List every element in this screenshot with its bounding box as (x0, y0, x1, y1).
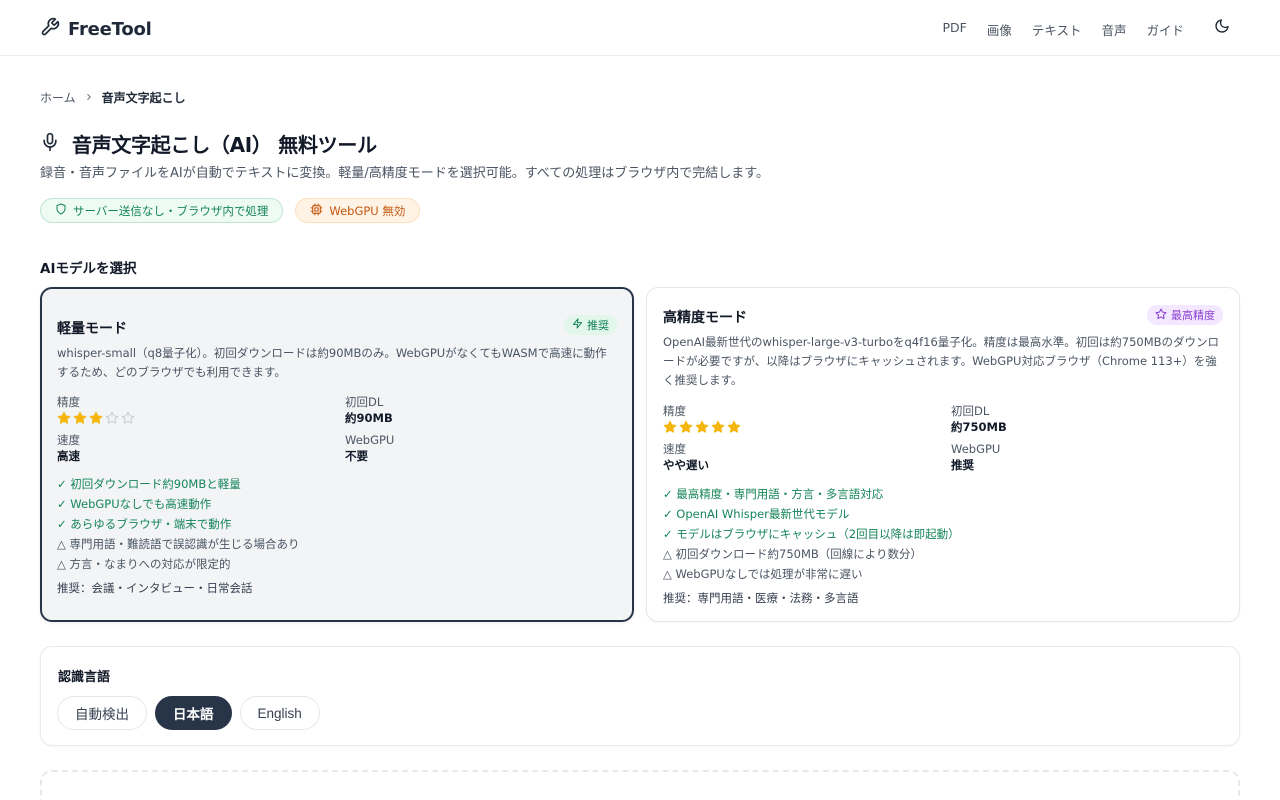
recommended-use: 推奨：会議・インタビュー・日常会話 (57, 581, 253, 595)
spec-label: 初回DL (345, 395, 384, 409)
best-accuracy-tag-label: 最高精度 (1171, 309, 1215, 322)
star-filled-icon (727, 420, 741, 433)
feature-list: ✓ 初回ダウンロード約90MBと軽量 ✓ WebGPUなしでも高速動作 ✓ あら… (57, 474, 300, 574)
star-empty-icon (105, 411, 119, 424)
nav-text[interactable]: テキスト (1032, 20, 1082, 39)
model-card-description: whisper-small（q8量子化）。初回ダウンロードは約90MBのみ。We… (57, 346, 607, 379)
model-section-label: AIモデルを選択 (40, 261, 137, 277)
logo-text: FreeTool (68, 18, 152, 40)
recommended-tag: 推奨 (564, 315, 617, 335)
language-option-auto[interactable]: 自動検出 (57, 696, 147, 730)
spec-value: 約750MB (951, 420, 1007, 434)
best-accuracy-tag: 最高精度 (1147, 305, 1223, 325)
model-card-title: 軽量モード (57, 321, 127, 337)
feature-pro: ✓ あらゆるブラウザ・端末で動作 (57, 517, 232, 531)
star-outline-icon (1155, 308, 1167, 323)
star-filled-icon (663, 420, 677, 433)
star-empty-icon (121, 411, 135, 424)
star-filled-icon (73, 411, 87, 424)
star-rating (663, 420, 741, 434)
spec-label: WebGPU (345, 433, 395, 447)
privacy-badge-label: サーバー送信なし・ブラウザ内で処理 (73, 203, 269, 218)
language-options: 自動検出 日本語 English (57, 696, 320, 730)
cpu-chip-icon (310, 203, 323, 219)
model-card-description: OpenAI最新世代のwhisper-large-v3-turboをq4f16量… (663, 335, 1220, 387)
spec-label: 精度 (57, 395, 80, 409)
spec-value: 約90MB (345, 411, 393, 425)
model-card-high-accuracy[interactable]: 高精度モード 最高精度 OpenAI最新世代のwhisper-large-v3-… (646, 287, 1240, 622)
nav-image[interactable]: 画像 (987, 20, 1012, 39)
language-option-japanese[interactable]: 日本語 (155, 696, 232, 730)
recommended-use: 推奨：専門用語・医療・法務・多言語 (663, 591, 859, 605)
breadcrumb: ホーム 音声文字起こし (40, 89, 186, 106)
spec-speed: 速度 高速 (57, 433, 80, 465)
wrench-icon (40, 17, 60, 41)
page-subtitle: 録音・音声ファイルをAIが自動でテキストに変換。軽量/高精度モードを選択可能。す… (40, 166, 769, 181)
breadcrumb-home[interactable]: ホーム (40, 89, 76, 106)
feature-pro: ✓ 最高精度・専門用語・方言・多言語対応 (663, 487, 884, 501)
spec-label: 速度 (663, 442, 686, 456)
language-card: 認識言語 自動検出 日本語 English (40, 646, 1240, 746)
moon-icon (1214, 18, 1230, 38)
page-title-row: 音声文字起こし（AI） 無料ツール (40, 129, 377, 158)
feature-pro: ✓ モデルはブラウザにキャッシュ（2回目以降は即起動） (663, 527, 960, 541)
language-title: 認識言語 (58, 670, 111, 685)
star-rating (57, 411, 135, 425)
zap-icon (572, 318, 583, 332)
chevron-right-icon (84, 91, 94, 105)
language-option-english[interactable]: English (239, 696, 320, 730)
spec-value: 不要 (345, 449, 368, 463)
model-card-title: 高精度モード (663, 310, 747, 326)
spec-value: 高速 (57, 449, 80, 463)
spec-download: 初回DL 約90MB (345, 395, 393, 427)
webgpu-status-badge: WebGPU 無効 (295, 198, 421, 223)
star-filled-icon (57, 411, 71, 424)
feature-pro: ✓ OpenAI Whisper最新世代モデル (663, 507, 850, 521)
spec-webgpu: WebGPU 不要 (345, 433, 394, 465)
nav-pdf[interactable]: PDF (942, 20, 966, 39)
info-badges: サーバー送信なし・ブラウザ内で処理 WebGPU 無効 (40, 198, 421, 223)
recommended-tag-label: 推奨 (587, 319, 609, 332)
feature-con: △ 専門用語・難読語で誤認識が生じる場合あり (57, 537, 300, 551)
nav-guide[interactable]: ガイド (1146, 20, 1184, 39)
nav-audio[interactable]: 音声 (1101, 20, 1126, 39)
star-filled-icon (711, 420, 725, 433)
feature-con: △ 初回ダウンロード約750MB（回線により数分） (663, 547, 923, 561)
spec-accuracy: 精度 (663, 404, 741, 434)
privacy-badge: サーバー送信なし・ブラウザ内で処理 (40, 198, 284, 223)
theme-toggle-button[interactable] (1212, 18, 1232, 38)
feature-pro: ✓ 初回ダウンロード約90MBと軽量 (57, 477, 241, 491)
star-filled-icon (695, 420, 709, 433)
spec-label: 精度 (663, 404, 686, 418)
spec-label: 速度 (57, 433, 80, 447)
site-header: FreeTool PDF 画像 テキスト 音声 ガイド (0, 0, 1280, 56)
spec-webgpu: WebGPU 推奨 (951, 442, 1000, 474)
spec-speed: 速度 やや遅い (663, 442, 709, 474)
spec-accuracy: 精度 (57, 395, 135, 425)
star-filled-icon (89, 411, 103, 424)
webgpu-status-label: WebGPU 無効 (329, 203, 406, 218)
feature-pro: ✓ WebGPUなしでも高速動作 (57, 497, 212, 511)
feature-con: △ 方言・なまりへの対応が限定的 (57, 557, 231, 571)
feature-con: △ WebGPUなしでは処理が非常に遅い (663, 567, 863, 581)
microphone-icon (40, 132, 60, 156)
main-nav: PDF 画像 テキスト 音声 ガイド (942, 20, 1184, 39)
star-filled-icon (679, 420, 693, 433)
file-drop-zone[interactable] (40, 770, 1240, 800)
breadcrumb-current: 音声文字起こし (101, 91, 186, 105)
page-title: 音声文字起こし（AI） 無料ツール (72, 133, 377, 157)
model-card-light[interactable]: 軽量モード 推奨 whisper-small（q8量子化）。初回ダウンロードは約… (40, 287, 634, 622)
spec-value: やや遅い (663, 458, 709, 472)
spec-value: 推奨 (951, 458, 974, 472)
logo[interactable]: FreeTool (40, 17, 152, 41)
spec-download: 初回DL 約750MB (951, 404, 1007, 436)
feature-list: ✓ 最高精度・専門用語・方言・多言語対応 ✓ OpenAI Whisper最新世… (663, 484, 960, 584)
spec-label: WebGPU (951, 442, 1001, 456)
spec-label: 初回DL (951, 404, 990, 418)
shield-icon (55, 203, 67, 218)
